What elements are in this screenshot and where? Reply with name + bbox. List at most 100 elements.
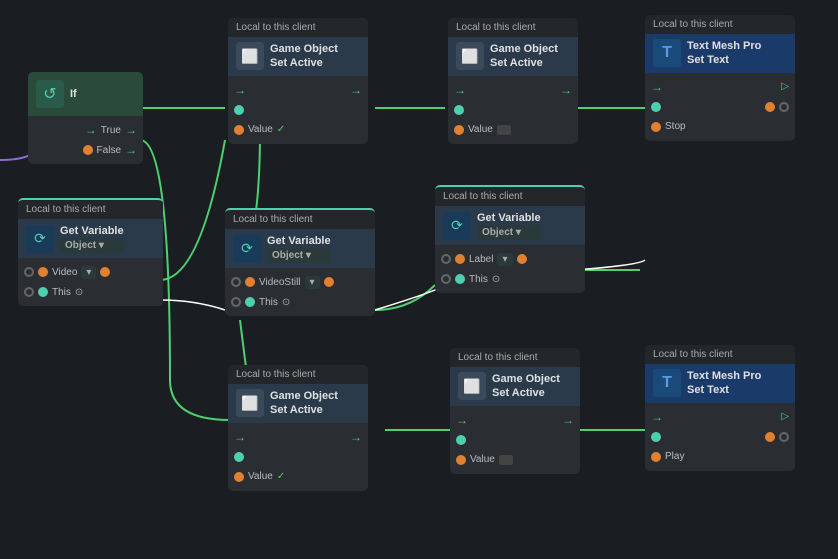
get-var-left-port1-in	[24, 267, 34, 277]
game-obj-top-right1-value-port	[454, 125, 464, 135]
game-obj-bottom-left-checkbox: ✓	[277, 471, 285, 482]
game-obj-bottom-left-node: Local to this client ⬜ Game Object Set A…	[228, 365, 368, 491]
game-obj-bottom-left-exec-row: → →	[228, 427, 368, 447]
game-obj-bottom-left-value-label: Value	[248, 471, 273, 482]
game-obj-top-middle-icon: ⬜	[236, 42, 264, 70]
text-mesh-bottom-T-row	[645, 427, 795, 447]
get-var-right-port1-label: Label	[469, 254, 493, 265]
if-node-body: → True → False →	[28, 116, 143, 164]
get-var-middle-dropdown[interactable]: Object ▾	[267, 248, 331, 263]
game-obj-bottom-left-in-arrow: →	[234, 430, 246, 444]
game-obj-bottom-right-body: → → Value	[450, 406, 580, 474]
text-mesh-bottom-header: Local to this client	[645, 345, 795, 364]
game-obj-bottom-right-obj-row	[450, 430, 580, 450]
text-mesh-bottom-play-label: Play	[665, 451, 684, 462]
get-var-left-body: Video ▾ This ⊙	[18, 258, 163, 306]
game-obj-top-middle-obj-port	[234, 105, 244, 115]
get-var-middle-port1-row: VideoStill ▾	[225, 272, 375, 292]
text-mesh-bottom-node: Local to this client T Text Mesh Pro Set…	[645, 345, 795, 471]
get-var-right-label-dropdown[interactable]: ▾	[497, 253, 512, 266]
game-obj-top-right1-node: Local to this client ⬜ Game Object Set A…	[448, 18, 578, 144]
game-obj-top-right1-title: Game Object Set Active	[490, 42, 558, 71]
game-obj-top-middle-exec-row: → →	[228, 80, 368, 100]
text-mesh-top-in-arrow: →	[651, 80, 663, 94]
game-obj-bottom-left-value-port	[234, 472, 244, 482]
text-mesh-bottom-out-port	[765, 432, 775, 442]
text-mesh-bottom-icon: T	[653, 369, 681, 397]
game-obj-bottom-left-title-area: ⬜ Game Object Set Active	[228, 384, 368, 423]
game-obj-bottom-left-title: Game Object Set Active	[270, 389, 338, 418]
get-var-left-port1	[38, 267, 48, 277]
text-mesh-top-header: Local to this client	[645, 15, 795, 34]
get-var-right-node: Local to this client ⟳ Get Variable Obje…	[435, 185, 585, 293]
game-obj-bottom-left-icon: ⬜	[236, 389, 264, 417]
text-mesh-bottom-exec-row: → ▷	[645, 407, 795, 427]
game-obj-top-middle-value-row: Value ✓	[228, 120, 368, 140]
get-var-right-port1-in	[441, 254, 451, 264]
get-var-right-header: Local to this client	[435, 185, 585, 206]
game-obj-bottom-left-value-row: Value ✓	[228, 467, 368, 487]
get-var-middle-port2-row: This ⊙	[225, 292, 375, 312]
get-var-left-title-area: ⟳ Get Variable Object ▾	[18, 219, 163, 258]
game-obj-bottom-right-value-label: Value	[470, 454, 495, 465]
if-true-arrow: →	[85, 123, 97, 137]
get-var-left-node: Local to this client ⟳ Get Variable Obje…	[18, 198, 163, 306]
get-var-right-port2-label: This	[469, 274, 488, 285]
get-var-middle-port1-label: VideoStill	[259, 277, 301, 288]
get-var-right-this-icon: ⊙	[492, 274, 500, 285]
game-obj-bottom-left-obj-port	[234, 452, 244, 462]
get-var-right-port2	[455, 274, 465, 284]
text-mesh-top-stop-row: Stop	[645, 117, 795, 137]
get-var-middle-port2	[245, 297, 255, 307]
get-var-middle-video-dropdown[interactable]: ▾	[305, 276, 320, 289]
if-false-port	[83, 145, 93, 155]
if-node-title-area: ↺ If	[28, 72, 143, 116]
game-obj-top-middle-header: Local to this client	[228, 18, 368, 37]
get-var-left-video-dropdown[interactable]: ▾	[81, 266, 96, 279]
game-obj-top-right1-body: → → Value	[448, 76, 578, 144]
if-true-label: True	[101, 125, 121, 136]
game-obj-bottom-left-body: → → Value ✓	[228, 423, 368, 491]
game-obj-top-right1-header: Local to this client	[448, 18, 578, 37]
get-var-left-port1-row: Video ▾	[18, 262, 163, 282]
get-var-right-port2-in	[441, 274, 451, 284]
text-mesh-top-T-port	[651, 102, 661, 112]
game-obj-top-middle-title-area: ⬜ Game Object Set Active	[228, 37, 368, 76]
get-var-middle-this-icon: ⊙	[282, 297, 290, 308]
game-obj-bottom-right-icon: ⬜	[458, 372, 486, 400]
get-var-right-dropdown[interactable]: Object ▾	[477, 225, 541, 240]
text-mesh-top-title: Text Mesh Pro Set Text	[687, 39, 761, 68]
game-obj-top-right1-obj-row	[448, 100, 578, 120]
text-mesh-top-node: Local to this client T Text Mesh Pro Set…	[645, 15, 795, 141]
get-var-left-this-icon: ⊙	[75, 287, 83, 298]
game-obj-top-right1-exec-row: → →	[448, 80, 578, 100]
get-var-left-port2	[38, 287, 48, 297]
get-var-right-body: Label ▾ This ⊙	[435, 245, 585, 293]
if-node-label: If	[70, 87, 77, 101]
text-mesh-top-circle-out	[779, 102, 789, 112]
get-var-middle-title: Get Variable Object ▾	[267, 234, 331, 263]
get-var-middle-port2-in	[231, 297, 241, 307]
text-mesh-bottom-T-port	[651, 432, 661, 442]
if-true-port-row: → True →	[28, 120, 143, 140]
game-obj-bottom-right-obj-port	[456, 435, 466, 445]
game-obj-bottom-right-node: Local to this client ⬜ Game Object Set A…	[450, 348, 580, 474]
node-canvas: ↺ If → True → False → Local to this clie…	[0, 0, 838, 559]
game-obj-top-right1-value-row: Value	[448, 120, 578, 140]
text-mesh-bottom-play-port	[651, 452, 661, 462]
get-var-right-title: Get Variable Object ▾	[477, 211, 541, 240]
get-var-right-port1-row: Label ▾	[435, 249, 585, 269]
get-var-left-port2-in	[24, 287, 34, 297]
game-obj-top-right1-checkbox-empty	[497, 125, 511, 135]
game-obj-top-middle-body: → → Value ✓	[228, 76, 368, 144]
game-obj-bottom-right-exec-row: → →	[450, 410, 580, 430]
game-obj-bottom-right-value-port	[456, 455, 466, 465]
get-var-middle-body: VideoStill ▾ This ⊙	[225, 268, 375, 316]
get-var-left-dropdown[interactable]: Object ▾	[60, 238, 124, 253]
game-obj-bottom-right-in-arrow: →	[456, 413, 468, 427]
game-obj-top-middle-obj-row	[228, 100, 368, 120]
if-false-port-row: False →	[28, 140, 143, 160]
game-obj-top-middle-value-label: Value	[248, 124, 273, 135]
game-obj-bottom-left-header: Local to this client	[228, 365, 368, 384]
game-obj-top-middle-out-arrow: →	[350, 83, 362, 97]
